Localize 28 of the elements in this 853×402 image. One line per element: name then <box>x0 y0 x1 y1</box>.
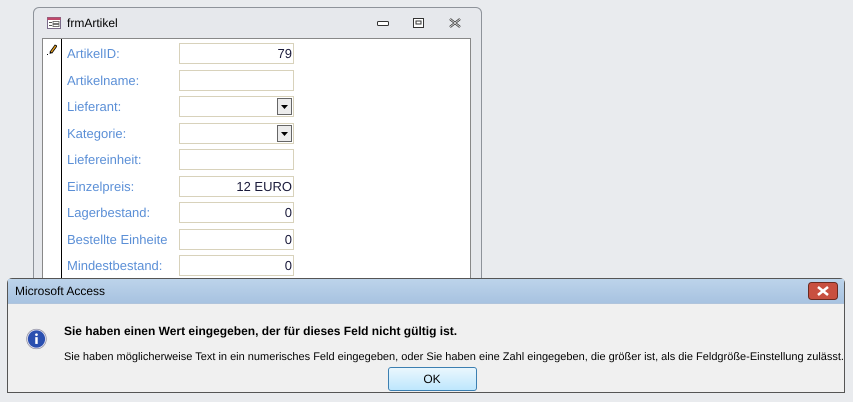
dropdown-field[interactable] <box>179 122 294 144</box>
dropdown-field[interactable] <box>179 96 294 117</box>
field-label: Liefereinheit: <box>67 152 142 167</box>
field-label: Artikelname: <box>67 72 140 88</box>
dialog-heading: Sie haben einen Wert eingegeben, der für dieses Feld nicht gültig ist. <box>64 324 458 338</box>
close-icon[interactable] <box>808 282 838 300</box>
field-label: Lieferant: <box>67 99 122 114</box>
minimize-icon[interactable] <box>377 18 389 28</box>
window-title: Microsoft Access <box>15 284 106 298</box>
input-field[interactable]: 0 <box>179 255 294 276</box>
input-field[interactable]: 0 <box>179 202 294 223</box>
ok-button[interactable]: OK <box>388 367 476 391</box>
close-icon[interactable] <box>449 18 461 28</box>
input-field[interactable]: 79 <box>179 43 294 64</box>
input-field[interactable]: 0 <box>179 228 294 250</box>
field-label: Einzelpreis: <box>67 178 136 194</box>
field-label: Kategorie: <box>67 126 128 140</box>
window-title: frmArtikel <box>67 16 118 30</box>
input-field[interactable]: 12 EURO <box>179 176 294 196</box>
field-label: ArtikelID: <box>67 46 121 61</box>
form-icon <box>47 17 61 29</box>
input-field[interactable] <box>179 149 294 170</box>
field-label: Mindestbestand: <box>67 258 164 273</box>
field-label: Bestellte Einheite <box>67 232 168 246</box>
restore-icon[interactable] <box>413 18 425 28</box>
field-label: Lagerbestand: <box>67 205 152 220</box>
input-field[interactable] <box>179 70 294 90</box>
dialog-message: Sie haben möglicherweise Text in ein numerisches Feld eingegeben, oder Sie haben eine Zahl eingegeben, die größer ist, als die Feldgröße-Einstellung zulässt. <box>64 351 844 363</box>
